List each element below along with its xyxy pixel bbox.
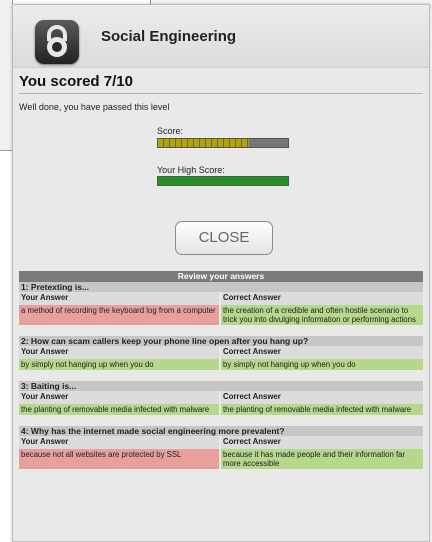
- score-bar: [157, 138, 289, 148]
- score-headline: You scored 7/10: [19, 73, 133, 90]
- review-title: Review your answers: [19, 271, 423, 282]
- dialog-header: Social Engineering: [13, 5, 429, 68]
- correct-answer-header: Correct Answer: [221, 391, 423, 404]
- high-score-label: Your High Score:: [157, 165, 225, 175]
- review-questions: 1: Pretexting is... Your Answer Correct An…: [19, 282, 423, 469]
- review-question-block: 2: How can scam callers keep your phone …: [19, 336, 423, 370]
- results-dialog: Social Engineering You scored 7/10 Well …: [12, 4, 430, 542]
- score-bar-fill: [158, 139, 249, 147]
- your-answer-header: Your Answer: [19, 292, 221, 305]
- review-question-block: 3: Baiting is... Your Answer Correct Answe…: [19, 381, 423, 415]
- review-section: Review your answers 1: Pretexting is... Y…: [19, 271, 423, 480]
- app-title: Social Engineering: [101, 28, 237, 45]
- pass-message: Well done, you have passed this level: [19, 102, 170, 112]
- your-answer-header: Your Answer: [19, 436, 221, 449]
- correct-answer: by simply not hanging up when you do: [221, 359, 423, 370]
- correct-answer: because it has made people and their inf…: [221, 449, 423, 469]
- answer-header-row: Your Answer Correct Answer: [19, 436, 423, 449]
- padlock-icon: [35, 20, 79, 64]
- question-title: 1: Pretexting is...: [19, 282, 423, 292]
- answer-row: the planting of removable media infected…: [19, 404, 423, 415]
- correct-answer-header: Correct Answer: [221, 436, 423, 449]
- high-score-bar: [157, 176, 289, 186]
- question-title: 4: Why has the internet made social engi…: [19, 426, 423, 436]
- review-question-block: 1: Pretexting is... Your Answer Correct An…: [19, 282, 423, 325]
- question-title: 3: Baiting is...: [19, 381, 423, 391]
- your-answer: by simply not hanging up when you do: [19, 359, 221, 370]
- answer-header-row: Your Answer Correct Answer: [19, 292, 423, 305]
- correct-answer-header: Correct Answer: [221, 346, 423, 359]
- your-answer-header: Your Answer: [19, 391, 221, 404]
- answer-row: by simply not hanging up when you do by s…: [19, 359, 423, 370]
- correct-answer: the planting of removable media infected…: [221, 404, 423, 415]
- review-question-block: 4: Why has the internet made social engi…: [19, 426, 423, 469]
- your-answer: because not all websites are protected b…: [19, 449, 221, 469]
- answer-header-row: Your Answer Correct Answer: [19, 391, 423, 404]
- correct-answer: the creation of a credible and often hos…: [221, 305, 423, 325]
- answer-row: a method of recording the keyboard log f…: [19, 305, 423, 325]
- your-answer: the planting of removable media infected…: [19, 404, 221, 415]
- answer-header-row: Your Answer Correct Answer: [19, 346, 423, 359]
- high-score-bar-fill: [158, 177, 288, 185]
- your-answer: a method of recording the keyboard log f…: [19, 305, 221, 325]
- close-button[interactable]: CLOSE: [175, 221, 273, 255]
- divider: [19, 93, 423, 94]
- your-answer-header: Your Answer: [19, 346, 221, 359]
- correct-answer-header: Correct Answer: [221, 292, 423, 305]
- score-label: Score:: [157, 126, 184, 136]
- question-title: 2: How can scam callers keep your phone …: [19, 336, 423, 346]
- answer-row: because not all websites are protected b…: [19, 449, 423, 469]
